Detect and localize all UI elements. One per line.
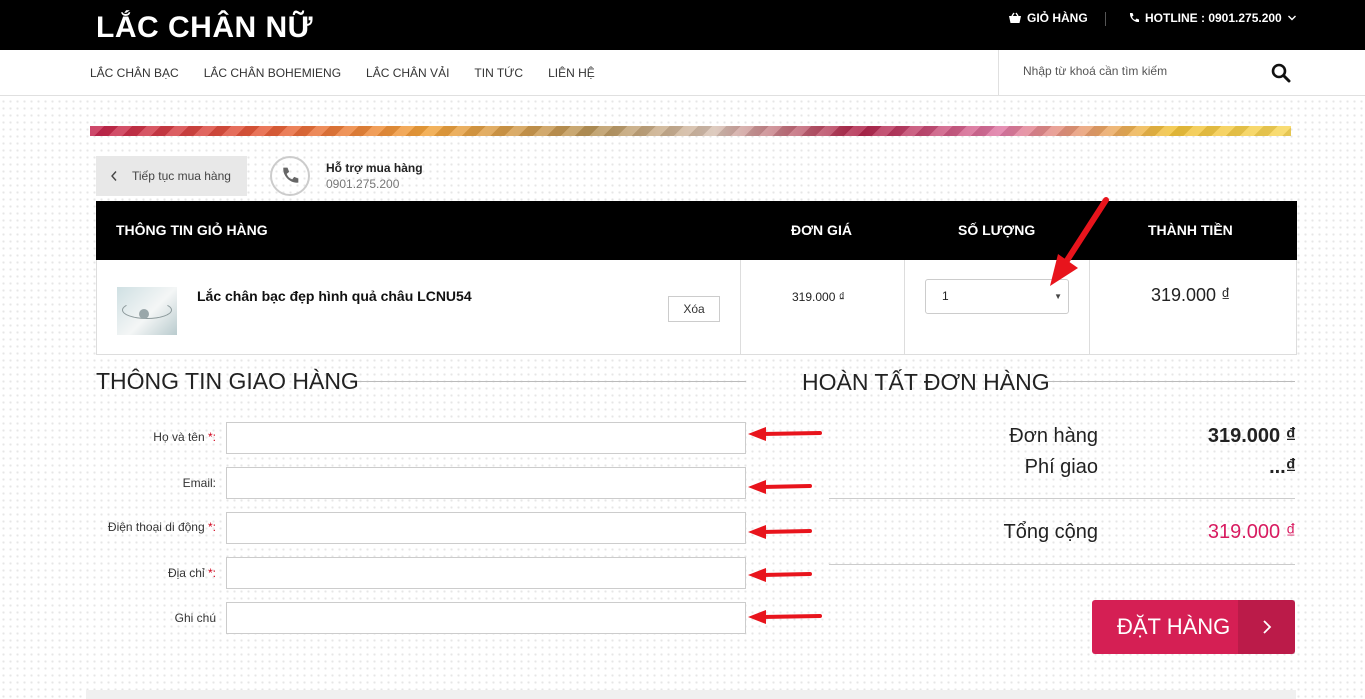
name-label: Họ và tên *: (153, 430, 216, 444)
annotation-arrow-icon (748, 610, 822, 624)
main-nav: LẮC CHÂN BẠC LẮC CHÂN BOHEMIENG LẮC CHÂN… (90, 66, 595, 80)
note-field[interactable] (226, 602, 746, 634)
nav-item-lac-chan-bohemieng[interactable]: LẮC CHÂN BOHEMIENG (204, 66, 341, 80)
quantity-value: 1 (942, 289, 949, 303)
header-cart-info: THÔNG TIN GIỎ HÀNG (116, 222, 268, 238)
place-order-label: ĐẶT HÀNG (1117, 614, 1231, 639)
section-divider (357, 381, 746, 382)
cart-link[interactable]: GIỎ HÀNG (1008, 11, 1088, 25)
annotation-arrow-icon (748, 480, 812, 494)
email-field[interactable] (226, 467, 746, 499)
total-value: 319.000 ₫ (1207, 521, 1296, 543)
footer-strip (86, 690, 1296, 699)
order-subtotal-value: 319.000 ₫ (1207, 425, 1296, 447)
header-divider (1105, 12, 1106, 26)
product-name[interactable]: Lắc chân bạc đẹp hình quả châu LCNU54 (197, 288, 472, 304)
line-total: 319.000 ₫ (1151, 285, 1231, 305)
support-phone: 0901.275.200 (326, 177, 400, 191)
product-thumbnail[interactable] (117, 287, 177, 335)
shipping-title: THÔNG TIN GIAO HÀNG (96, 368, 359, 394)
cart-table-header: THÔNG TIN GIỎ HÀNG ĐƠN GIÁ SỐ LƯỢNG THÀN… (96, 201, 1297, 260)
search-button[interactable] (1271, 63, 1291, 88)
chevron-down-icon (1287, 15, 1296, 21)
site-logo[interactable]: LẮC CHÂN NỮ (96, 11, 313, 45)
section-divider (1048, 381, 1295, 382)
search-box (998, 50, 1365, 96)
phone-label: Điện thoại di động *: (107, 520, 216, 534)
column-divider (904, 260, 905, 355)
hotline-label: HOTLINE : 0901.275.200 (1145, 11, 1282, 25)
summary-divider (829, 498, 1295, 499)
header-quantity: SỐ LƯỢNG (958, 222, 1036, 238)
shipping-fee-label: Phí giao (1024, 456, 1098, 478)
header-unit-price: ĐƠN GIÁ (791, 222, 852, 238)
total-label: Tổng cộng (1003, 521, 1098, 543)
top-bar: LẮC CHÂN NỮ GIỎ HÀNG HOTLINE : 0901.275.… (0, 0, 1365, 50)
cart-label: GIỎ HÀNG (1027, 11, 1088, 25)
chevron-left-icon (111, 171, 117, 181)
hotline-dropdown[interactable]: HOTLINE : 0901.275.200 (1128, 11, 1297, 25)
address-label: Địa chỉ *: (167, 566, 216, 580)
delete-item-button[interactable]: Xóa (668, 296, 720, 322)
support-title: Hỗ trợ mua hàng (326, 161, 423, 175)
support-phone-icon (270, 156, 310, 196)
search-icon (1271, 63, 1291, 83)
nav-item-lien-he[interactable]: LIÊN HỆ (548, 66, 595, 80)
order-subtotal-label: Đơn hàng (1009, 425, 1098, 447)
continue-shopping-button[interactable]: Tiếp tục mua hàng (96, 156, 247, 196)
note-label: Ghi chú (174, 611, 216, 625)
annotation-arrow-icon (748, 525, 812, 539)
phone-icon (1129, 13, 1139, 23)
header-line-total: THÀNH TIỀN (1148, 222, 1233, 238)
chevron-right-icon (1238, 600, 1295, 654)
summary-title: HOÀN TẤT ĐƠN HÀNG (802, 369, 1050, 395)
email-label: Email: (182, 476, 216, 490)
unit-price: 319.000 ₫ (792, 290, 845, 304)
annotation-arrow-icon (748, 427, 822, 441)
continue-shopping-label: Tiếp tục mua hàng (132, 169, 231, 183)
cart-table: THÔNG TIN GIỎ HÀNG ĐƠN GIÁ SỐ LƯỢNG THÀN… (96, 201, 1297, 355)
annotation-arrow-icon (748, 568, 812, 582)
nav-item-lac-chan-vai[interactable]: LẮC CHÂN VẢI (366, 66, 449, 80)
shipping-fee-value: ...₫ (1269, 456, 1296, 478)
summary-divider (829, 564, 1295, 565)
nav-item-tin-tuc[interactable]: TIN TỨC (474, 66, 523, 80)
column-divider (740, 260, 741, 355)
basket-icon (1009, 12, 1021, 23)
name-field[interactable] (226, 422, 746, 454)
nav-bar: LẮC CHÂN BẠC LẮC CHÂN BOHEMIENG LẮC CHÂN… (0, 50, 1365, 96)
search-input[interactable] (1023, 64, 1263, 78)
phone-field[interactable] (226, 512, 746, 544)
place-order-button[interactable]: ĐẶT HÀNG (1092, 600, 1295, 654)
address-field[interactable] (226, 557, 746, 589)
annotation-arrow-icon (1050, 197, 1109, 286)
nav-item-lac-chan-bac[interactable]: LẮC CHÂN BẠC (90, 66, 179, 80)
decorative-banner (90, 126, 1291, 136)
